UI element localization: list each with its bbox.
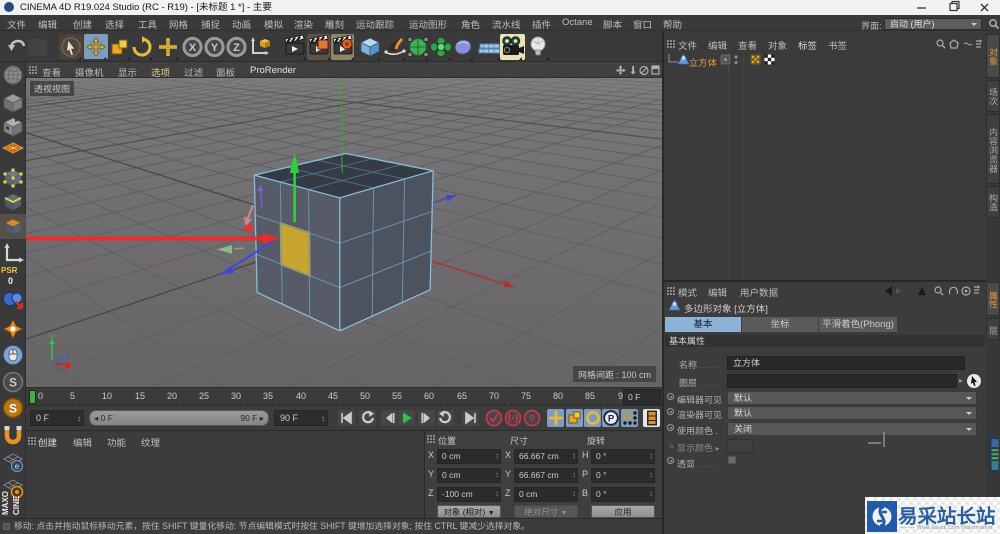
svg-text:Y: Y [211,42,219,54]
svg-text:S: S [9,376,17,390]
svg-text:P: P [608,414,615,425]
svg-text:S: S [9,402,17,416]
svg-text:X: X [64,362,70,371]
svg-text:Z: Z [233,42,240,54]
svg-text:e: e [15,462,20,471]
svg-text:?: ? [529,414,535,425]
svg-text:X: X [189,42,197,54]
svg-text:Y: Y [49,333,55,342]
svg-text:Z: Z [64,352,69,361]
